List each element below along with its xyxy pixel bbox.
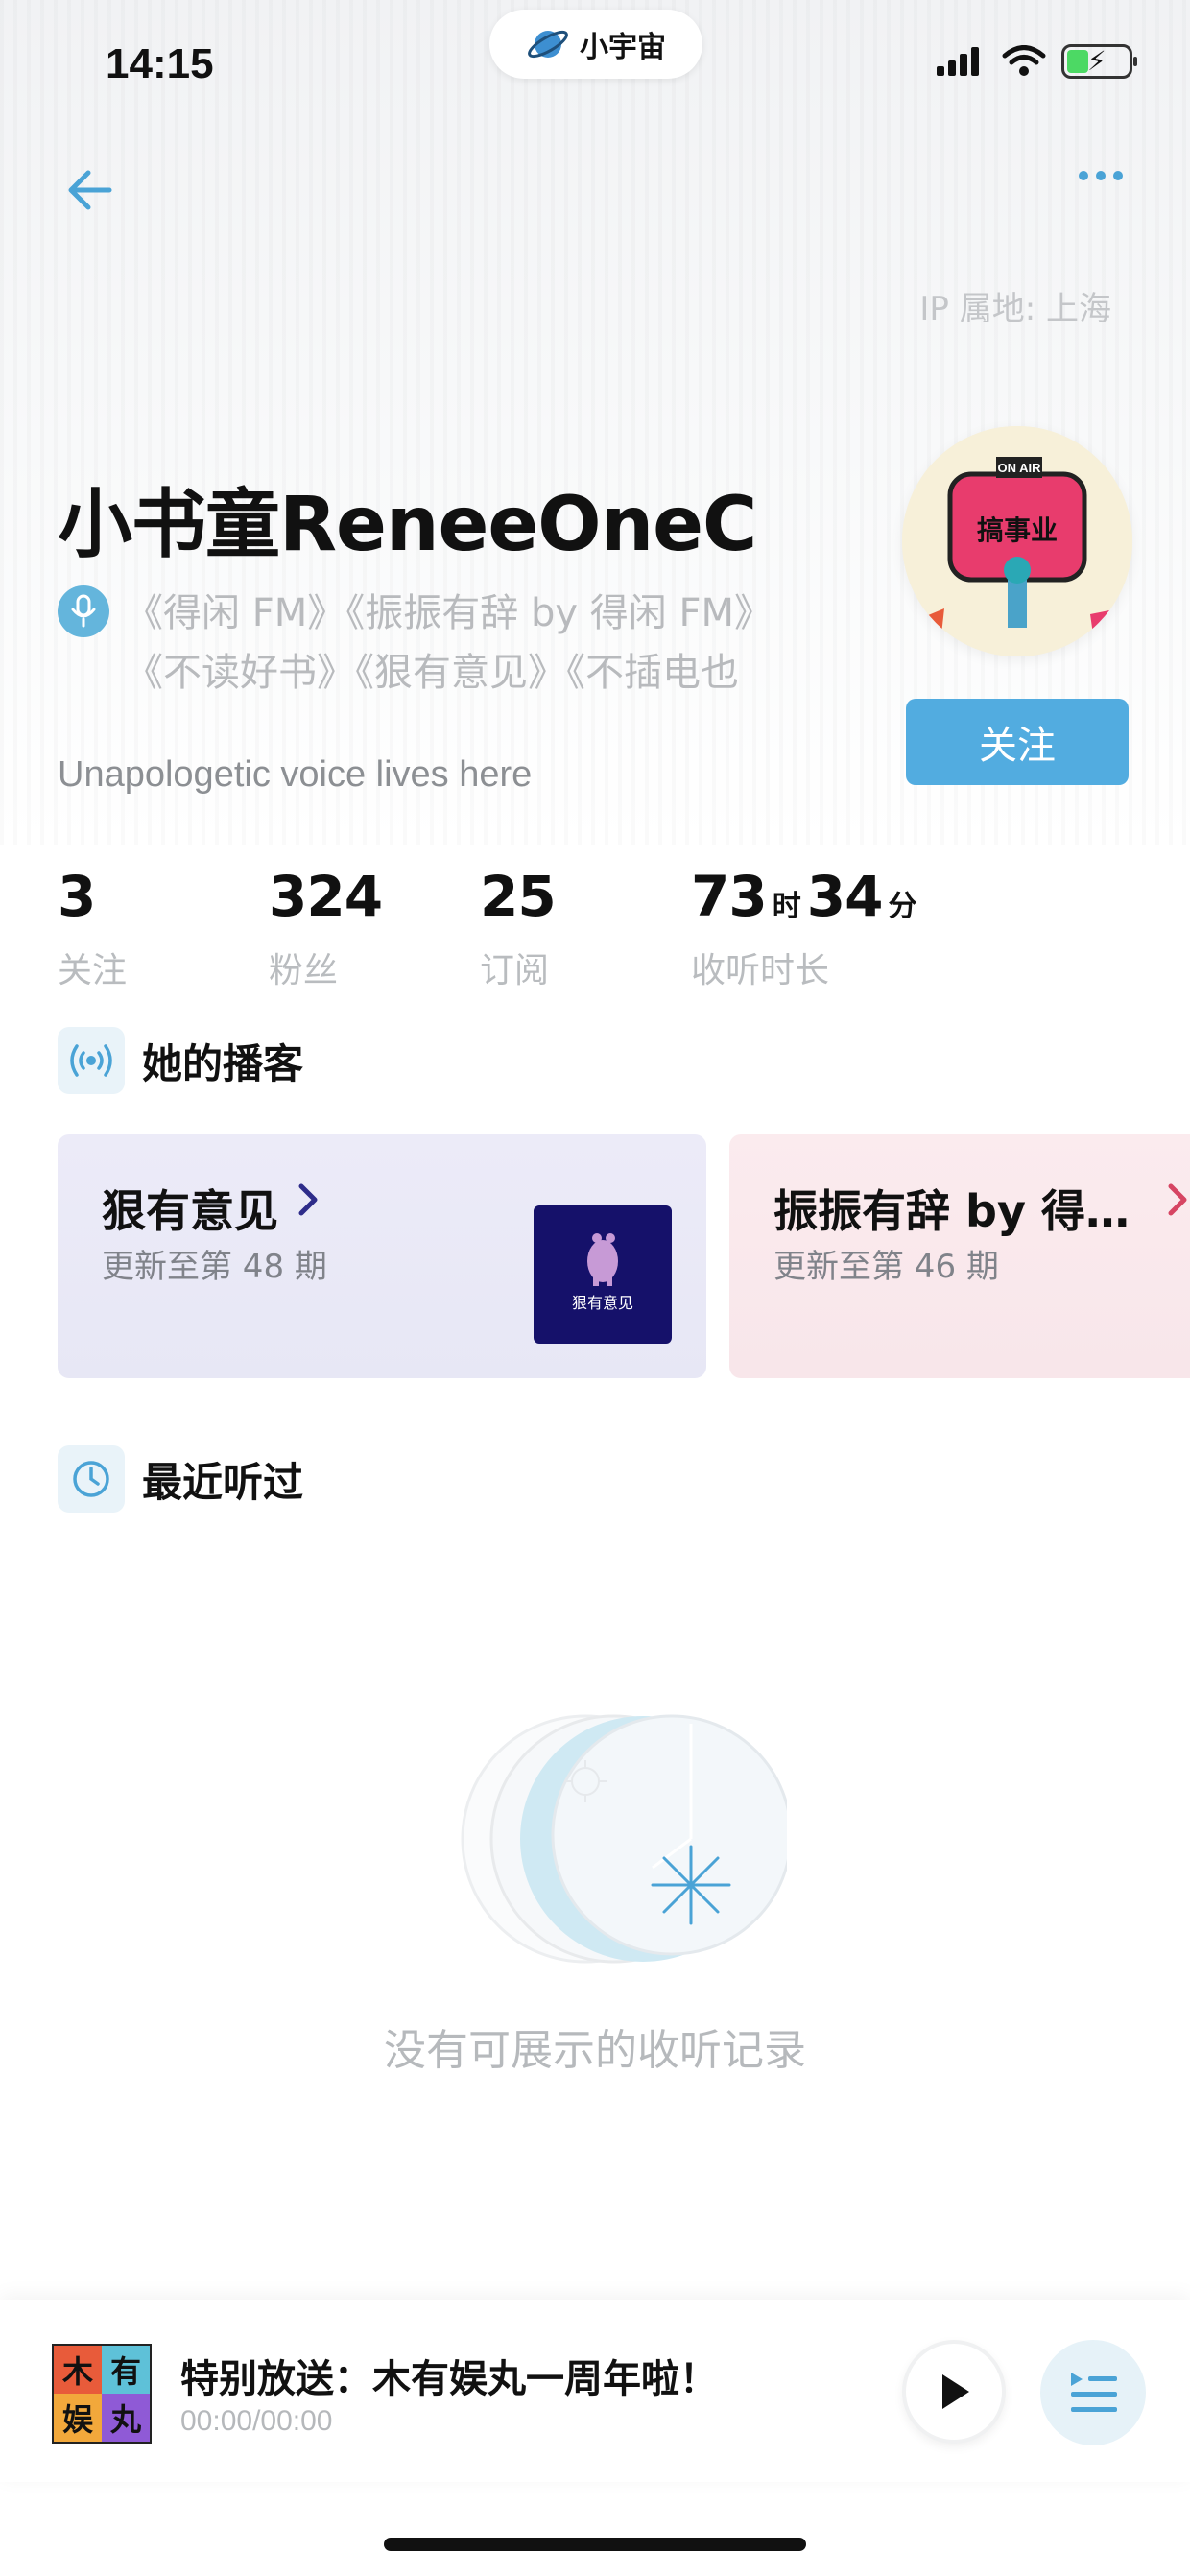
cover-char: 木: [54, 2346, 102, 2394]
podcaster-mic-icon: [58, 585, 109, 637]
podcast-list[interactable]: 《得闲 FM》《振振有辞 by 得闲 FM》 《不读好书》《狠有意见》《不插电也: [125, 584, 816, 703]
following-count: 3: [58, 864, 96, 929]
follow-button[interactable]: 关注: [906, 699, 1129, 785]
app-pill[interactable]: 小宇宙: [489, 10, 702, 79]
listen-time-label: 收听时长: [691, 951, 830, 990]
cover-char: 娱: [54, 2394, 102, 2442]
play-button[interactable]: [902, 2340, 1006, 2444]
battery-icon: ⚡: [1061, 44, 1137, 79]
podcast-card-title: 振振有辞 by 得…: [774, 1185, 1130, 1237]
playlist-icon: [1071, 2373, 1117, 2412]
username: 小书童ReneeOneC: [58, 482, 757, 568]
hour-unit: 时: [772, 890, 801, 923]
podcasts-section-header: 她的播客: [58, 1027, 303, 1094]
podcast-card[interactable]: 狠有意见 更新至第 48 期 狠有意见: [58, 1134, 706, 1378]
hippo-illustration: [587, 1233, 618, 1286]
player-time: 00:00/00:00: [180, 2405, 333, 2437]
player-episode-title[interactable]: 特别放送：木有娱丸一周年啦！: [180, 2348, 718, 2403]
svg-text:ON AIR: ON AIR: [997, 461, 1041, 475]
broadcast-icon: [58, 1027, 125, 1094]
signal-icon: [937, 47, 979, 76]
podcast-card-subtitle: 更新至第 48 期: [102, 1248, 327, 1286]
mini-player[interactable]: 木 有 娱 丸 特别放送：木有娱丸一周年啦！ 00:00/00:00: [0, 2300, 1190, 2482]
subscriptions-count: 25: [480, 864, 557, 929]
cover-char: 有: [102, 2346, 150, 2394]
recent-section-header: 最近听过: [58, 1445, 303, 1513]
empty-moon-illustration: [461, 1714, 787, 1964]
minute-unit: 分: [888, 890, 917, 923]
bio: Unapologetic voice lives here: [58, 754, 533, 795]
followers-label: 粉丝: [269, 951, 339, 990]
stat-following[interactable]: 3 关注: [58, 864, 127, 992]
cover-char: 丸: [102, 2394, 150, 2442]
podcast-cover-title: 狠有意见: [571, 1294, 633, 1312]
back-arrow-icon[interactable]: [61, 159, 123, 221]
more-options-icon[interactable]: [1079, 171, 1123, 180]
subscriptions-label: 订阅: [480, 951, 550, 990]
podcast-card-title: 狠有意见: [102, 1185, 278, 1237]
status-icons: ⚡: [937, 44, 1137, 79]
podcast-cover: 狠有意见: [534, 1205, 672, 1344]
empty-state-message: 没有可展示的收听记录: [384, 2026, 806, 2075]
home-indicator[interactable]: [384, 2538, 806, 2551]
stat-followers[interactable]: 324 粉丝: [269, 864, 383, 992]
stat-subscriptions[interactable]: 25 订阅: [480, 864, 557, 992]
chevron-right-icon: [298, 1183, 318, 1216]
planet-icon: [528, 30, 568, 59]
podcast-card-subtitle: 更新至第 46 期: [774, 1248, 999, 1286]
stat-listen-time: 73 时 34 分 收听时长: [691, 864, 922, 992]
listen-hours: 73: [691, 864, 768, 929]
wifi-icon: [1002, 45, 1046, 76]
avatar-illustration: ON AIR 搞事业: [902, 426, 1132, 656]
avatar[interactable]: ON AIR 搞事业: [902, 426, 1132, 656]
recent-section-title: 最近听过: [142, 1458, 304, 1506]
ip-location: IP 属地: 上海: [919, 290, 1111, 328]
playlist-button[interactable]: [1040, 2340, 1146, 2445]
play-icon: [942, 2374, 969, 2409]
podcast-list-line-1: 《得闲 FM》《振振有辞 by 得闲 FM》: [125, 591, 773, 635]
followers-count: 324: [269, 864, 383, 929]
chevron-right-icon: [1168, 1183, 1187, 1216]
clock-icon: [58, 1445, 125, 1513]
following-label: 关注: [58, 951, 128, 990]
status-time: 14:15: [106, 40, 214, 87]
player-cover: 木 有 娱 丸: [52, 2344, 152, 2444]
podcasts-section-title: 她的播客: [142, 1039, 304, 1087]
podcast-card[interactable]: 振振有辞 by 得… 更新至第 46 期: [729, 1134, 1190, 1378]
listen-minutes: 34: [806, 864, 884, 929]
svg-text:搞事业: 搞事业: [977, 514, 1058, 546]
app-name: 小宇宙: [580, 31, 666, 64]
podcast-list-line-2: 《不读好书》《狠有意见》《不插电也: [125, 651, 739, 695]
